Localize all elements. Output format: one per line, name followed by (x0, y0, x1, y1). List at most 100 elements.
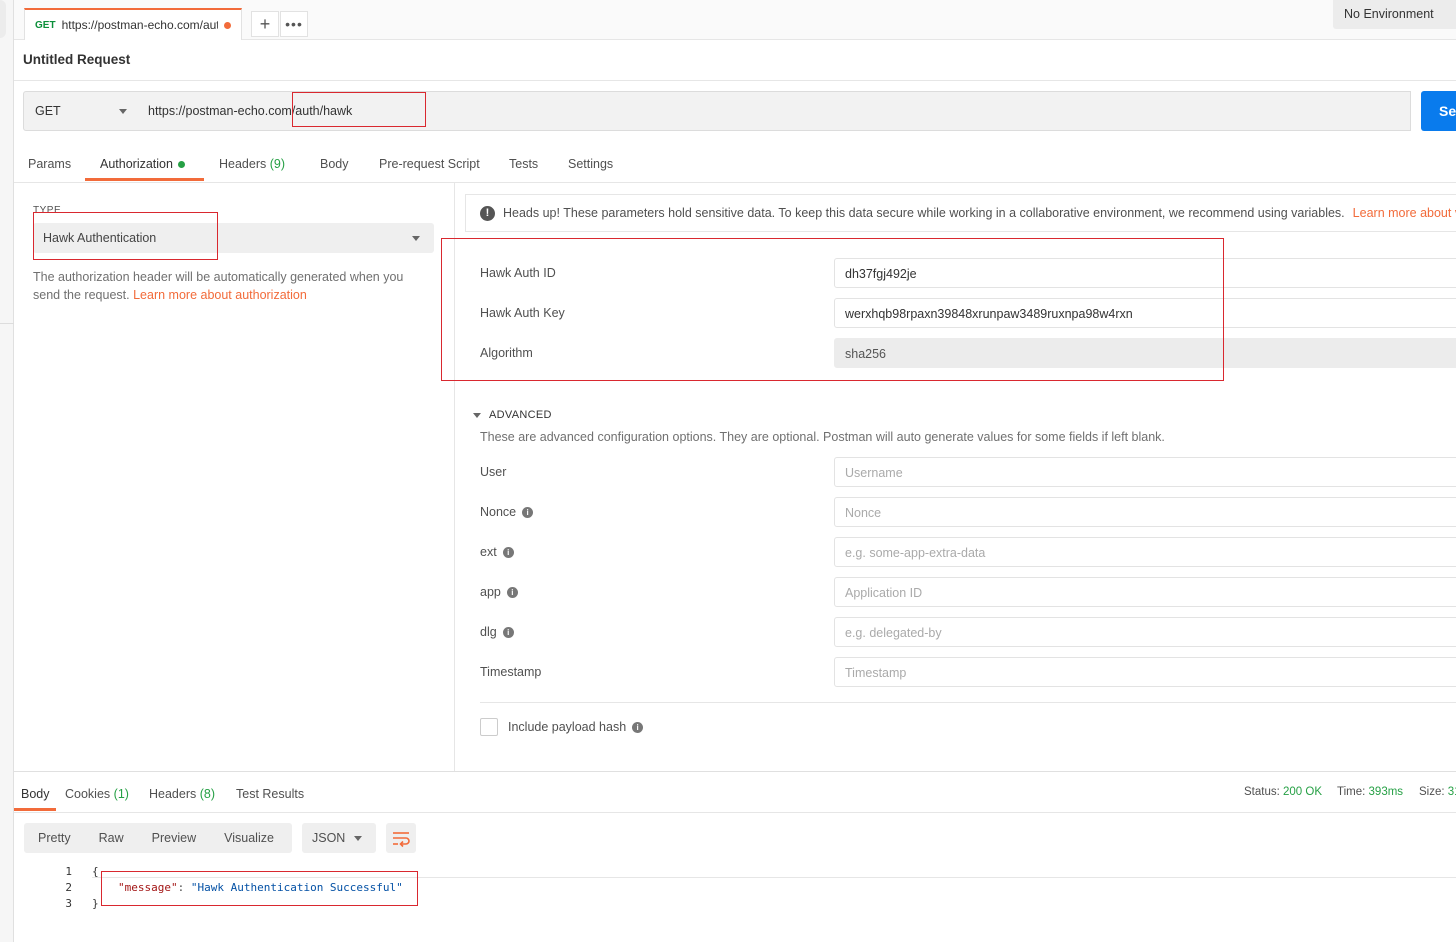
response-tab-cookies[interactable]: Cookies (1) (65, 787, 129, 801)
view-visualize[interactable]: Visualize (210, 831, 288, 845)
line-number: 3 (65, 897, 72, 910)
request-tab-url: https://postman-echo.com/aut... (61, 18, 218, 32)
response-cookies-count: (1) (113, 787, 129, 801)
json-key: "message" (118, 881, 178, 894)
unsaved-dot-icon (224, 21, 231, 29)
auth-type-select[interactable]: Hawk Authentication (33, 223, 434, 253)
app-input[interactable]: Application ID (834, 577, 1456, 607)
include-payload-hash-checkbox[interactable] (480, 718, 498, 736)
active-tab-indicator (85, 178, 204, 181)
code-close-brace: } (92, 897, 99, 910)
nonce-input[interactable]: Nonce (834, 497, 1456, 527)
dlg-label: dlg i (480, 625, 514, 639)
divider (14, 80, 1456, 81)
include-payload-hash-text: Include payload hash (508, 720, 627, 734)
hawk-auth-key-input[interactable]: werxhqb98rpaxn39848xrunpaw3489ruxnpa98w4… (834, 298, 1456, 328)
active-dot-icon (177, 161, 185, 169)
status-value[interactable]: 200 OK (1283, 786, 1322, 798)
response-tab-test-results[interactable]: Test Results (236, 787, 304, 801)
line-number: 1 (65, 865, 72, 878)
ext-label-text: ext (480, 545, 497, 559)
ext-input[interactable]: e.g. some-app-extra-data (834, 537, 1456, 567)
info-icon[interactable]: i (502, 626, 514, 638)
request-tab-method: GET (35, 19, 56, 31)
page-title: Untitled Request (23, 52, 131, 67)
learn-more-variables-link[interactable]: Learn more about variables (1353, 206, 1456, 220)
hawk-auth-key-label: Hawk Auth Key (480, 306, 565, 320)
divider (480, 702, 1456, 703)
divider (14, 182, 1456, 183)
json-colon: : (177, 881, 191, 894)
timestamp-label: Timestamp (480, 665, 542, 679)
info-icon[interactable]: i (632, 721, 644, 733)
app-label: app i (480, 585, 518, 599)
wrap-icon (393, 832, 410, 848)
dlg-input[interactable]: e.g. delegated-by (834, 617, 1456, 647)
response-headers-count: (8) (199, 787, 216, 801)
advanced-description: These are advanced configuration options… (480, 430, 1165, 444)
advanced-title: ADVANCED (489, 409, 552, 421)
tab-body[interactable]: Body (320, 157, 349, 171)
auth-type-label: TYPE (33, 205, 62, 216)
code-line-message: "message": "Hawk Authentication Successf… (118, 881, 403, 894)
ext-label: ext i (480, 545, 514, 559)
active-response-tab-indicator (14, 808, 56, 811)
hawk-auth-id-label: Hawk Auth ID (480, 266, 556, 280)
size-value[interactable]: 31 (1448, 786, 1456, 798)
hawk-auth-id-input[interactable]: dh37fgj492je (834, 258, 1456, 288)
info-icon[interactable]: i (522, 506, 534, 518)
tab-prerequest-script[interactable]: Pre-request Script (379, 157, 480, 171)
environment-select[interactable]: No Environment (1333, 0, 1456, 29)
format-select[interactable]: JSON (302, 823, 376, 853)
line-number: 2 (65, 881, 72, 894)
response-tab-body[interactable]: Body (21, 787, 50, 801)
plus-icon: + (259, 13, 271, 34)
response-view-group: Pretty Raw Preview Visualize (24, 823, 292, 853)
panel-divider (454, 183, 455, 771)
new-tab-button[interactable]: + (251, 11, 279, 37)
app-label-text: app (480, 585, 501, 599)
status-readout: Status: 200 OK (1244, 786, 1322, 798)
method-select[interactable]: GET (23, 91, 139, 131)
tab-params[interactable]: Params (28, 157, 71, 171)
code-line-highlight (92, 864, 1456, 878)
info-icon[interactable]: i (502, 546, 514, 558)
divider (14, 812, 1456, 813)
request-tab[interactable]: GET https://postman-echo.com/aut... (24, 8, 242, 40)
tab-tests[interactable]: Tests (509, 157, 538, 171)
learn-more-auth-link[interactable]: Learn more about authorization (133, 288, 307, 302)
view-pretty[interactable]: Pretty (24, 831, 85, 845)
method-value: GET (35, 104, 61, 118)
view-raw[interactable]: Raw (85, 831, 138, 845)
time-label: Time: (1337, 786, 1366, 798)
response-header (14, 771, 1456, 813)
tab-authorization-label: Authorization (100, 157, 173, 171)
nonce-label: Nonce i (480, 505, 534, 519)
json-value: "Hawk Authentication Successful" (190, 881, 403, 894)
nonce-label-text: Nonce (480, 505, 517, 519)
user-input[interactable]: Username (834, 457, 1456, 487)
view-preview[interactable]: Preview (138, 831, 210, 845)
time-readout: Time: 393ms (1337, 786, 1403, 798)
advanced-toggle[interactable]: ADVANCED (473, 409, 552, 421)
status-label: Status: (1244, 786, 1280, 798)
send-button[interactable]: Send (1421, 91, 1456, 131)
url-input[interactable]: https://postman-echo.com/auth/hawk (138, 91, 1411, 131)
sensitive-data-banner: ! Heads up! These parameters hold sensit… (465, 194, 1456, 232)
banner-text: Heads up! These parameters hold sensitiv… (503, 206, 1345, 220)
algorithm-select[interactable]: sha256 (834, 338, 1456, 368)
time-value[interactable]: 393ms (1369, 786, 1404, 798)
info-icon[interactable]: i (506, 586, 518, 598)
tab-authorization[interactable]: Authorization (100, 157, 185, 171)
timestamp-input[interactable]: Timestamp (834, 657, 1456, 687)
auth-description: The authorization header will be automat… (33, 268, 428, 304)
code-open-brace: { (92, 865, 99, 878)
tab-headers-count: (9) (269, 157, 286, 171)
tab-settings[interactable]: Settings (568, 157, 613, 171)
more-icon: ••• (285, 16, 303, 32)
wrap-lines-button[interactable] (386, 823, 416, 853)
tab-options-button[interactable]: ••• (280, 11, 308, 37)
tab-headers[interactable]: Headers (9) (219, 157, 285, 171)
response-tab-headers[interactable]: Headers (8) (149, 787, 215, 801)
response-tab-cookies-label: Cookies (65, 787, 111, 801)
